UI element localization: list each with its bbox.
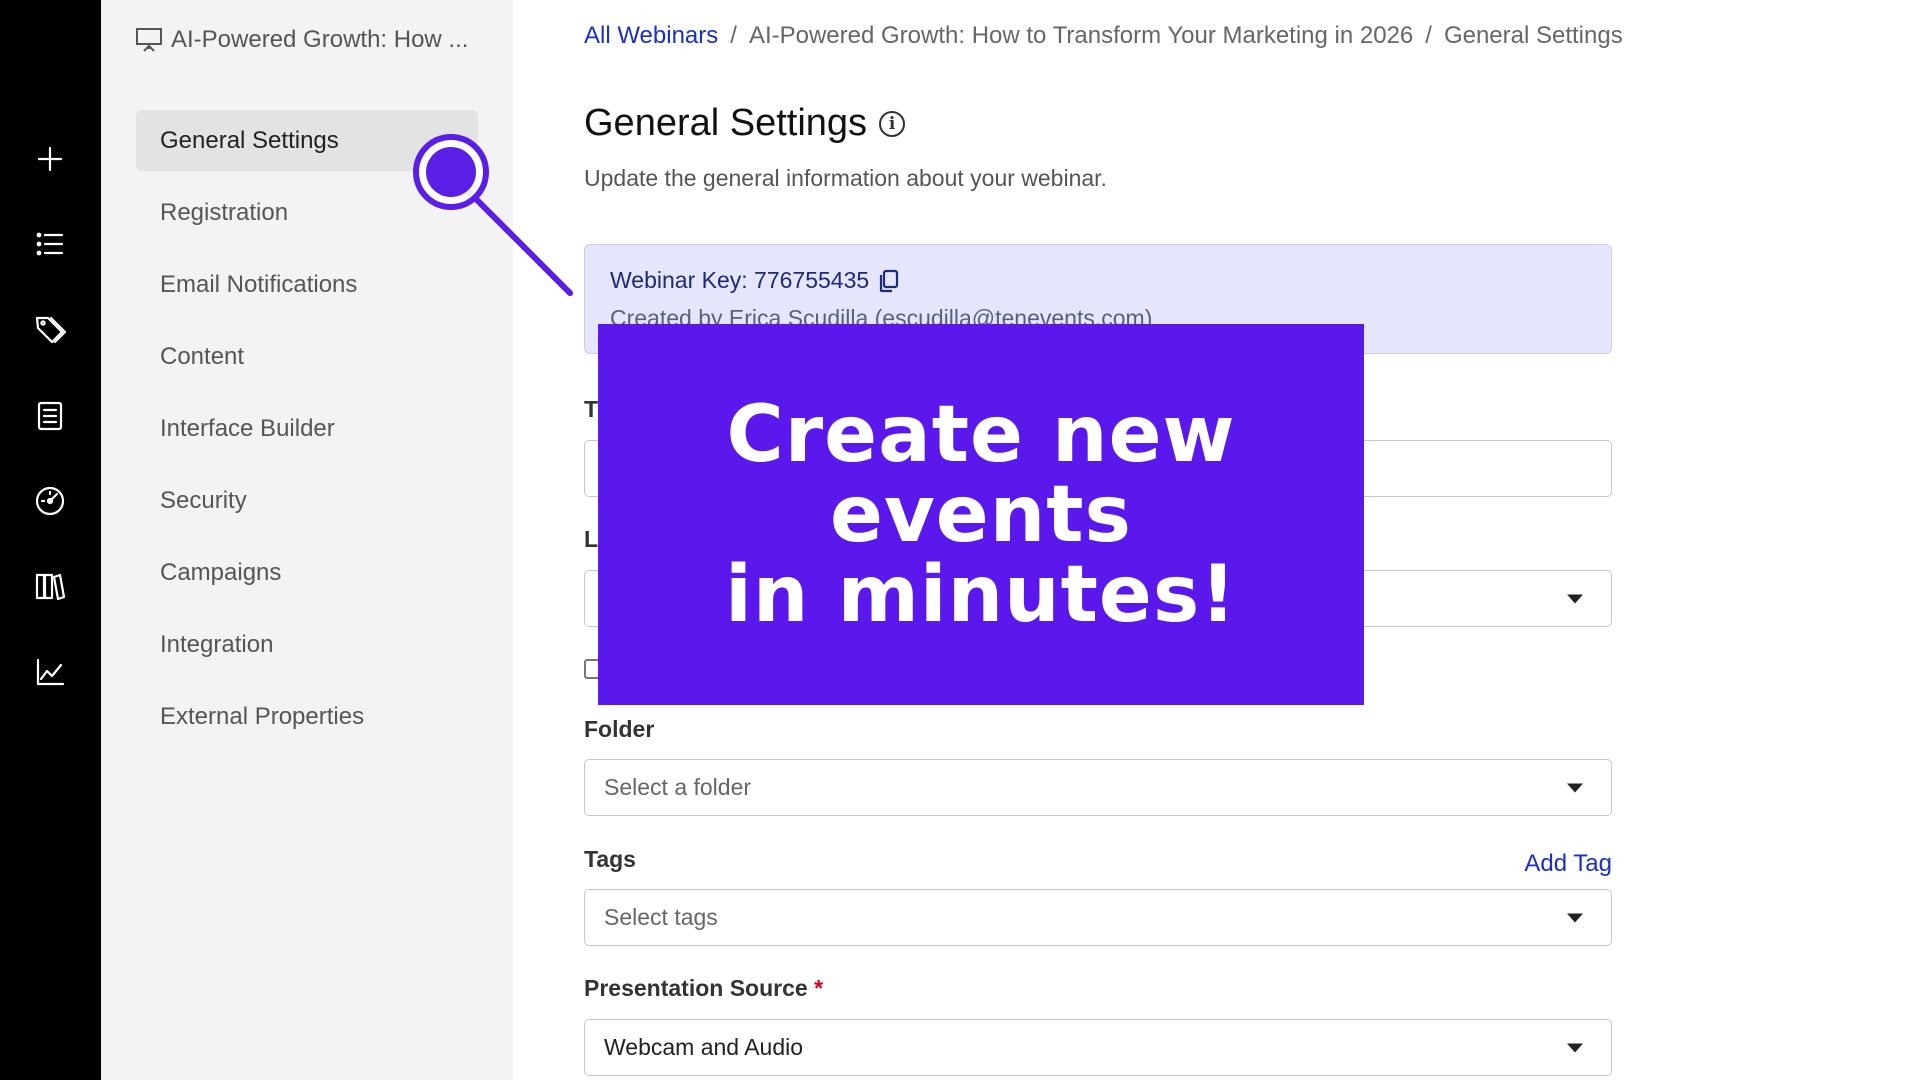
folder-placeholder: Select a folder [604, 774, 752, 800]
title-label: T [584, 396, 599, 422]
presentation-source-label-text: Presentation Source [584, 975, 808, 1001]
icon-rail [0, 0, 101, 1080]
webinar-title[interactable]: AI-Powered Growth: How ... [135, 24, 485, 56]
chevron-down-icon [1567, 594, 1583, 603]
create-icon[interactable] [32, 141, 68, 177]
promo-line-3: in minutes! [725, 549, 1237, 640]
settings-nav: General Settings Registration Email Noti… [136, 110, 478, 758]
promo-banner: Create new events in minutes! [598, 324, 1364, 705]
sidebar-item-interface-builder[interactable]: Interface Builder [136, 398, 478, 459]
chevron-down-icon [1567, 783, 1583, 792]
tags-label: Tags [584, 846, 636, 872]
presentation-source-value: Webcam and Audio [604, 1034, 804, 1060]
library-icon[interactable] [32, 568, 68, 604]
add-tag-link[interactable]: Add Tag [1524, 850, 1612, 878]
presentation-source-label: Presentation Source * [584, 975, 823, 1002]
promo-text: Create new events in minutes! [725, 395, 1237, 635]
breadcrumb-separator: / [730, 22, 737, 49]
webinar-title-text: AI-Powered Growth: How ... [171, 26, 469, 53]
forms-icon[interactable] [32, 398, 68, 434]
chevron-down-icon [1567, 913, 1583, 922]
sidebar-item-email-notifications[interactable]: Email Notifications [136, 254, 478, 315]
info-icon[interactable]: i [879, 110, 906, 137]
promo-line-1: Create new [726, 389, 1236, 480]
breadcrumb-current: General Settings [1443, 22, 1623, 49]
presentation-source-select[interactable]: Webcam and Audio [584, 1019, 1612, 1076]
page-title-text: General Settings [584, 102, 868, 144]
sidebar-item-content[interactable]: Content [136, 326, 478, 387]
tags-placeholder: Select tags [604, 904, 718, 930]
list-icon[interactable] [32, 226, 68, 262]
presentation-icon [136, 28, 162, 52]
sidebar-item-security[interactable]: Security [136, 470, 478, 531]
folder-label: Folder [584, 716, 655, 742]
webinar-key: Webinar Key: 776755435 [610, 267, 899, 294]
tags-select[interactable]: Select tags [584, 889, 1612, 946]
dashboard-icon[interactable] [32, 483, 68, 519]
webinar-key-text: Webinar Key: 776755435 [610, 267, 870, 293]
breadcrumb-separator: / [1425, 22, 1432, 49]
analytics-icon[interactable] [32, 654, 68, 690]
chevron-down-icon [1567, 1043, 1583, 1052]
folder-select[interactable]: Select a folder [584, 759, 1612, 816]
page-title: General Settings i [584, 102, 906, 145]
page-subtitle: Update the general information about you… [584, 165, 1107, 191]
required-mark: * [814, 975, 824, 1001]
copy-icon[interactable] [877, 269, 899, 293]
breadcrumb-all-webinars[interactable]: All Webinars [584, 22, 718, 49]
tags-icon[interactable] [32, 312, 68, 348]
callout-pointer-dot [426, 147, 476, 197]
sidebar-item-campaigns[interactable]: Campaigns [136, 542, 478, 603]
promo-line-2: events [830, 469, 1132, 560]
breadcrumb: All Webinars / AI-Powered Growth: How to T… [584, 22, 1623, 50]
breadcrumb-webinar[interactable]: AI-Powered Growth: How to Transform Your… [749, 22, 1413, 49]
sidebar-item-integration[interactable]: Integration [136, 614, 478, 675]
language-label: L [584, 526, 599, 552]
sidebar-item-external-properties[interactable]: External Properties [136, 686, 478, 747]
